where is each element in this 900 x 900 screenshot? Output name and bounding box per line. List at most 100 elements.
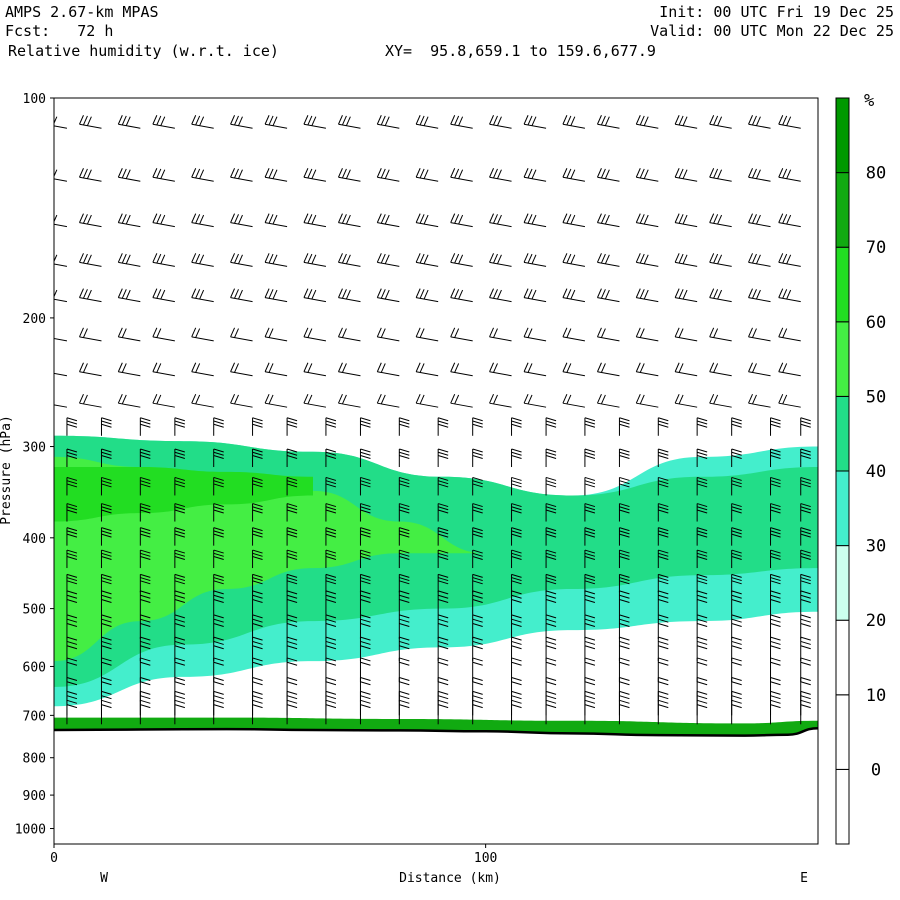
y-tick-label: 300 (23, 441, 46, 456)
wind-barb (450, 362, 473, 377)
wind-barb (66, 417, 78, 436)
wind-barb (338, 288, 361, 303)
wind-barb (709, 393, 732, 408)
colorbar-bin (835, 172, 850, 248)
wind-barb (450, 288, 473, 303)
wind-barb (635, 213, 659, 228)
wind-barb (415, 288, 439, 303)
wind-barb (376, 115, 400, 129)
wind-barb (338, 327, 361, 342)
wind-barb (152, 168, 175, 182)
wind-barb (523, 253, 547, 267)
wind-barb (415, 327, 439, 342)
wind-barb (79, 362, 102, 377)
wind-barb (511, 448, 522, 468)
wind-barb (596, 168, 620, 182)
wind-barb (635, 168, 659, 182)
wind-barb (748, 288, 771, 303)
wind-barb (376, 213, 400, 228)
wind-barb (415, 393, 439, 408)
east-label: E (800, 871, 808, 886)
wind-barb (415, 168, 439, 182)
wind-barb (511, 417, 522, 436)
wind-barb (79, 393, 102, 408)
wind-barb (635, 393, 659, 408)
wind-barb (523, 115, 547, 129)
rh-shading (54, 435, 818, 736)
wind-barb (748, 213, 771, 228)
wind-barb (54, 404, 68, 408)
wind-barb (618, 699, 630, 725)
cross-section-chart: 10020030040050060070080090010000 100 Pres… (0, 91, 886, 886)
wind-barb (191, 362, 214, 377)
wind-barb (338, 253, 361, 267)
wind-barb (674, 288, 698, 303)
wind-barb (117, 168, 141, 182)
wind-barb (709, 168, 732, 182)
wind-barb (770, 699, 781, 725)
wind-barb (584, 417, 596, 436)
wind-barb (562, 393, 586, 408)
wind-barb (596, 288, 620, 303)
wind-barb (54, 337, 68, 342)
wind-barb (152, 288, 175, 303)
wind-barb (398, 417, 410, 436)
wind-barb (415, 115, 439, 129)
wind-barb (596, 393, 620, 408)
colorbar-tick-label: 10 (866, 686, 886, 706)
wind-barb (800, 417, 811, 436)
wind-barb (778, 253, 801, 267)
rh-region-70 (54, 717, 818, 736)
wind-barb (778, 168, 801, 182)
wind-barb (303, 213, 327, 228)
wind-barb (562, 213, 586, 228)
colorbar-tick-label: 70 (866, 238, 886, 258)
wind-barb (264, 253, 288, 267)
wind-barb (635, 288, 659, 303)
west-label: W (100, 871, 108, 886)
y-axis-title: Pressure (hPa) (0, 415, 14, 525)
wind-barb (213, 417, 224, 436)
wind-barb (437, 448, 449, 468)
wind-barb (545, 448, 557, 468)
wind-barb (359, 417, 371, 436)
colorbar-bin (835, 768, 850, 845)
wind-barb (674, 327, 698, 342)
wind-barb (303, 327, 327, 342)
wind-barb (191, 115, 214, 129)
wind-barb (191, 327, 214, 342)
y-tick-label: 1000 (15, 823, 46, 838)
wind-barb (778, 362, 801, 377)
wind-barb (191, 253, 214, 267)
colorbar-bin (835, 395, 850, 472)
wind-barb (523, 213, 547, 228)
wind-barb (696, 636, 708, 662)
wind-barb (674, 393, 698, 408)
wind-barb (489, 213, 512, 228)
wind-barb (79, 288, 102, 303)
wind-barb (54, 372, 68, 377)
colorbar-tick-label: 0 (871, 760, 881, 780)
wind-barb (117, 327, 141, 342)
wind-barb (450, 327, 473, 342)
wind-barb (398, 448, 410, 468)
wind-barb (778, 213, 801, 228)
colorbar-tick-label: 50 (866, 387, 886, 407)
colorbar-bin (835, 545, 850, 621)
wind-barb (523, 168, 547, 182)
x-axis-title: Distance (km) (399, 871, 501, 886)
wind-barb (748, 115, 771, 129)
wind-barb (584, 448, 596, 468)
wind-barb (117, 393, 141, 408)
wind-barb (778, 327, 801, 342)
wind-barb (674, 362, 698, 377)
wind-barb (770, 614, 781, 639)
wind-barb (545, 699, 557, 725)
wind-barb (545, 417, 557, 436)
y-tick-label: 400 (23, 532, 46, 547)
wind-barb (748, 327, 771, 342)
wind-barb (191, 393, 214, 408)
wind-barb (657, 417, 669, 436)
wind-barb (191, 168, 214, 182)
wind-barb (264, 213, 288, 228)
